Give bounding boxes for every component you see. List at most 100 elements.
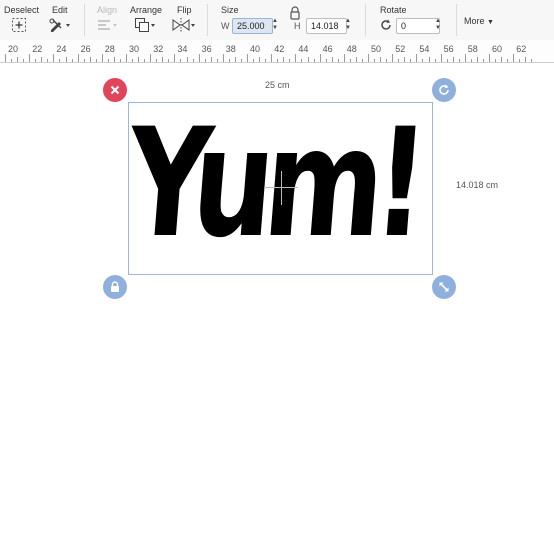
ruler-tick xyxy=(489,54,490,62)
ruler-tick xyxy=(440,54,442,62)
ruler-tick xyxy=(398,59,400,62)
ruler-tick xyxy=(107,59,109,62)
ruler-tick xyxy=(422,59,424,62)
ruler-label: 50 xyxy=(371,44,382,54)
height-dimension-label: 14.018 cm xyxy=(456,180,499,190)
ruler-tick xyxy=(240,59,242,62)
ruler-tick xyxy=(83,59,85,62)
ruler-label: 40 xyxy=(250,44,261,54)
lock-icon xyxy=(111,281,119,292)
ruler-tick xyxy=(410,59,412,62)
height-letter: H xyxy=(294,21,301,31)
ruler-tick xyxy=(186,57,188,62)
ruler-tick xyxy=(89,57,91,62)
ruler-tick xyxy=(380,57,382,62)
ruler-label: 52 xyxy=(395,44,406,54)
more-button[interactable]: More ▼ xyxy=(464,16,494,26)
edit-label: Edit xyxy=(52,5,68,15)
rotate-stepper[interactable]: ▲ ▼ xyxy=(434,18,442,33)
flip-icon xyxy=(172,18,195,32)
ruler-tick xyxy=(271,54,273,62)
ruler-label: 36 xyxy=(201,44,212,54)
ruler-tick xyxy=(355,57,357,62)
flip-button[interactable] xyxy=(171,17,197,38)
ruler-tick xyxy=(156,59,158,62)
toolbar-divider xyxy=(456,4,457,36)
ruler-tick xyxy=(434,59,436,62)
rotate-handle[interactable] xyxy=(432,78,456,102)
yum-text-object[interactable]: Yum! xyxy=(120,84,425,284)
arrange-icon xyxy=(135,18,155,32)
ruler-tick xyxy=(470,59,472,62)
ruler-tick xyxy=(392,54,394,62)
ruler-tick xyxy=(198,54,200,62)
resize-icon xyxy=(439,282,449,292)
ruler-tick xyxy=(77,54,79,62)
ruler-label: 58 xyxy=(467,44,478,54)
height-input[interactable]: 14.018 xyxy=(306,18,347,34)
ruler-label: 32 xyxy=(153,44,164,54)
toolbar-divider xyxy=(365,4,366,36)
ruler-tick xyxy=(23,59,25,62)
ruler-tick xyxy=(416,54,418,62)
ruler-tick xyxy=(35,59,37,62)
height-stepper[interactable]: ▲ ▼ xyxy=(344,18,352,33)
ruler-tick xyxy=(374,59,376,62)
width-stepper[interactable]: ▲ ▼ xyxy=(271,18,279,33)
edit-toolbar: Deselect Edit Align Arrange Flip Size W … xyxy=(0,0,554,40)
deselect-icon xyxy=(12,18,26,32)
width-input[interactable]: 25.000 xyxy=(232,18,273,34)
ruler-tick xyxy=(301,59,303,62)
ruler-tick xyxy=(519,59,521,62)
deselect-label: Deselect xyxy=(4,5,40,15)
ruler-tick xyxy=(361,59,363,62)
ruler-tick xyxy=(331,57,333,62)
align-button[interactable] xyxy=(96,17,120,38)
ruler-tick xyxy=(119,59,121,62)
ruler-tick xyxy=(531,59,533,62)
ruler-label: 34 xyxy=(177,44,188,54)
ruler-label: 38 xyxy=(225,44,236,54)
ruler-tick xyxy=(138,57,140,62)
lock-handle[interactable] xyxy=(103,275,127,299)
ruler-tick xyxy=(168,59,170,62)
ruler-label: 44 xyxy=(298,44,309,54)
ruler-tick xyxy=(386,59,388,62)
ruler-tick xyxy=(343,54,345,62)
ruler-tick xyxy=(174,54,176,62)
ruler-tick xyxy=(495,59,497,62)
toolbar-divider xyxy=(207,4,208,36)
ruler-tick xyxy=(337,59,339,62)
ruler-label: 48 xyxy=(346,44,357,54)
ruler-tick xyxy=(234,57,236,62)
ruler-tick xyxy=(325,59,327,62)
ruler-tick xyxy=(11,59,13,62)
ruler-tick xyxy=(446,59,448,62)
ruler-tick xyxy=(277,59,279,62)
width-letter: W xyxy=(221,21,230,31)
ruler-tick xyxy=(458,59,460,62)
ruler-tick xyxy=(65,57,67,62)
ruler-tick xyxy=(101,54,103,62)
resize-handle[interactable] xyxy=(432,275,456,299)
deselect-button[interactable] xyxy=(11,17,27,38)
ruler-tick xyxy=(126,54,127,62)
ruler-tick xyxy=(144,59,146,62)
ruler-label: 28 xyxy=(104,44,115,54)
ruler-label: 22 xyxy=(32,44,43,54)
ruler-label: 30 xyxy=(129,44,140,54)
delete-handle[interactable] xyxy=(103,78,127,102)
ruler-tick xyxy=(464,54,466,62)
horizontal-ruler: 20 22 24 26 28 30 32 34 36 38 40 42 44 46 48 50 52 54 56 58… xyxy=(0,40,554,63)
edit-button[interactable] xyxy=(48,17,72,38)
ruler-tick xyxy=(228,59,230,62)
ruler-tick xyxy=(349,59,351,62)
ruler-tick xyxy=(180,59,182,62)
ruler-tick xyxy=(259,57,261,62)
more-label: More xyxy=(464,16,485,26)
edit-icon xyxy=(49,18,70,32)
ruler-tick xyxy=(368,54,369,62)
arrange-button[interactable] xyxy=(134,17,158,38)
ruler-tick xyxy=(513,54,515,62)
ruler-tick xyxy=(507,59,509,62)
